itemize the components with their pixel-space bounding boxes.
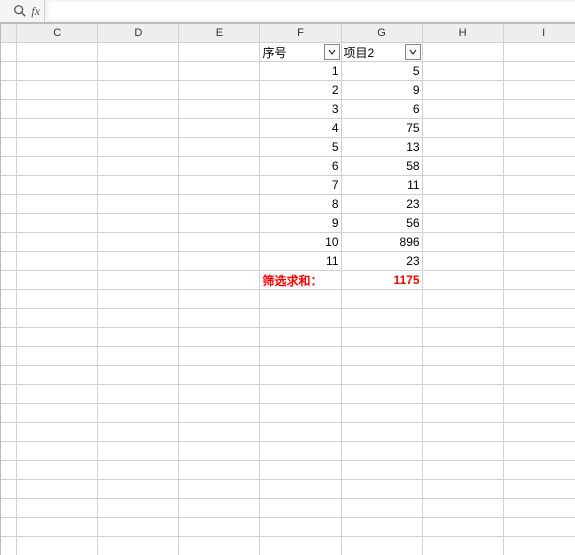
- column-header-row: C D E F G H I J: [1, 24, 575, 43]
- cell-g[interactable]: 6: [341, 100, 422, 119]
- cell-f[interactable]: 4: [260, 119, 341, 138]
- table-row: 513: [1, 138, 575, 157]
- table-row: 1123: [1, 252, 575, 271]
- cell-f[interactable]: 6: [260, 157, 341, 176]
- summary-row: 筛选求和：1175: [1, 271, 575, 290]
- table-row: [1, 423, 575, 442]
- cell-f[interactable]: 1: [260, 62, 341, 81]
- table-row: 36: [1, 100, 575, 119]
- chevron-down-icon: [328, 48, 336, 56]
- table-row: 956: [1, 214, 575, 233]
- magnifier-icon[interactable]: [13, 4, 27, 18]
- cell-g[interactable]: 75: [341, 119, 422, 138]
- cell-f[interactable]: 7: [260, 176, 341, 195]
- cell-f[interactable]: 11: [260, 252, 341, 271]
- col-header-G[interactable]: G: [341, 24, 422, 43]
- cell-g[interactable]: 896: [341, 233, 422, 252]
- summary-value[interactable]: 1175: [341, 271, 422, 290]
- table-header-row: 序号 项目2: [1, 43, 575, 62]
- summary-label[interactable]: 筛选求和：: [260, 271, 341, 290]
- fx-label[interactable]: fx: [31, 4, 40, 19]
- spreadsheet-grid[interactable]: C D E F G H I J 序号: [0, 23, 575, 555]
- filter-button-g[interactable]: [405, 44, 421, 60]
- formula-bar: fx: [0, 0, 575, 23]
- filter-button-f[interactable]: [324, 44, 340, 60]
- table-row: [1, 366, 575, 385]
- table-row: [1, 461, 575, 480]
- header-cell-g[interactable]: 项目2: [341, 43, 422, 62]
- cell-g[interactable]: 5: [341, 62, 422, 81]
- table-row: [1, 518, 575, 537]
- table-row: 823: [1, 195, 575, 214]
- table-row: [1, 499, 575, 518]
- header-g-label: 项目2: [344, 46, 375, 60]
- table-row: [1, 328, 575, 347]
- cell-g[interactable]: 11: [341, 176, 422, 195]
- cell-g[interactable]: 56: [341, 214, 422, 233]
- cell-f[interactable]: 3: [260, 100, 341, 119]
- table-row: [1, 404, 575, 423]
- cell-g[interactable]: 9: [341, 81, 422, 100]
- table-row: [1, 442, 575, 461]
- table-row: 29: [1, 81, 575, 100]
- table-row: 711: [1, 176, 575, 195]
- cell-g[interactable]: 58: [341, 157, 422, 176]
- corner-cell: [1, 24, 17, 43]
- table-row: [1, 385, 575, 404]
- cell-f[interactable]: 9: [260, 214, 341, 233]
- cell-g[interactable]: 23: [341, 195, 422, 214]
- table-row: 15: [1, 62, 575, 81]
- col-header-H[interactable]: H: [422, 24, 503, 43]
- cell-f[interactable]: 2: [260, 81, 341, 100]
- col-header-I[interactable]: I: [503, 24, 575, 43]
- table-row: [1, 347, 575, 366]
- formula-input[interactable]: [49, 2, 575, 20]
- table-row: [1, 480, 575, 499]
- table-row: 10896: [1, 233, 575, 252]
- cell-f[interactable]: 8: [260, 195, 341, 214]
- header-f-label: 序号: [262, 46, 286, 60]
- col-header-D[interactable]: D: [98, 24, 179, 43]
- cell-g[interactable]: 13: [341, 138, 422, 157]
- table-row: 658: [1, 157, 575, 176]
- chevron-down-icon: [409, 48, 417, 56]
- cell-g[interactable]: 23: [341, 252, 422, 271]
- table-row: [1, 309, 575, 328]
- col-header-C[interactable]: C: [17, 24, 98, 43]
- table-row: [1, 290, 575, 309]
- formula-bar-left: fx: [0, 0, 45, 22]
- header-cell-f[interactable]: 序号: [260, 43, 341, 62]
- col-header-F[interactable]: F: [260, 24, 341, 43]
- table-row: 475: [1, 119, 575, 138]
- table-row: [1, 537, 575, 555]
- col-header-E[interactable]: E: [179, 24, 260, 43]
- cell-f[interactable]: 5: [260, 138, 341, 157]
- sheet-table: C D E F G H I J 序号: [1, 24, 575, 555]
- cell-f[interactable]: 10: [260, 233, 341, 252]
